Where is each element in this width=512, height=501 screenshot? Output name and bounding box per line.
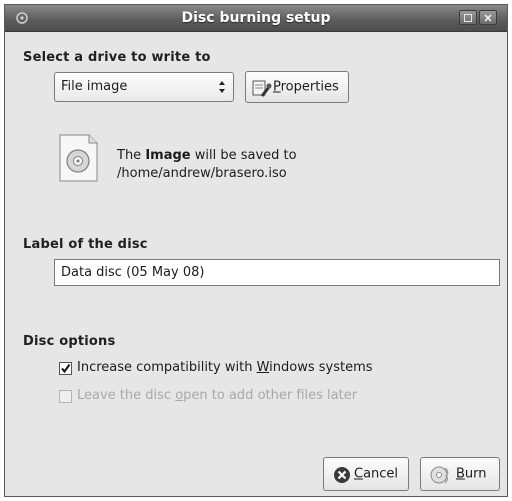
drive-section-heading: Select a drive to write to — [23, 50, 211, 65]
window-title: Disc burning setup — [181, 10, 331, 26]
cancel-button[interactable]: Cancel — [323, 457, 409, 491]
drive-select-value: File image — [61, 79, 128, 94]
burn-icon — [430, 465, 452, 489]
drive-select[interactable]: File image — [54, 72, 234, 102]
disc-image-icon — [57, 133, 99, 187]
title-bar[interactable]: Disc burning setup — [5, 5, 507, 32]
windows-compat-checkbox[interactable] — [59, 362, 72, 375]
minimize-icon[interactable] — [459, 10, 477, 25]
leave-open-label: Leave the disc open to add other files l… — [77, 388, 358, 403]
burn-button[interactable]: Burn — [420, 457, 500, 491]
image-save-info: The Image will be saved to /home/andrew/… — [117, 147, 297, 183]
properties-icon — [252, 78, 272, 102]
windows-compat-label[interactable]: Increase compatibility with Windows syst… — [77, 360, 373, 375]
image-save-path: /home/andrew/brasero.iso — [117, 166, 287, 181]
cancel-icon — [333, 466, 351, 488]
disc-burning-dialog: Disc burning setup Select a drive to wri… — [4, 4, 508, 497]
burn-button-label: Burn — [456, 466, 487, 482]
image-save-info-line1: The Image will be saved to — [117, 148, 297, 163]
properties-button[interactable]: Properties — [245, 71, 349, 103]
label-section-heading: Label of the disc — [23, 237, 148, 252]
options-section-heading: Disc options — [23, 334, 116, 349]
disc-label-input[interactable] — [55, 260, 499, 285]
combo-arrows-icon — [218, 79, 226, 99]
leave-open-checkbox[interactable] — [59, 390, 72, 403]
disc-label-field[interactable] — [54, 259, 500, 286]
close-icon[interactable] — [479, 10, 497, 25]
cancel-button-label: Cancel — [354, 466, 399, 482]
properties-button-label: Properties — [273, 79, 339, 95]
checkmark-icon — [61, 363, 71, 374]
